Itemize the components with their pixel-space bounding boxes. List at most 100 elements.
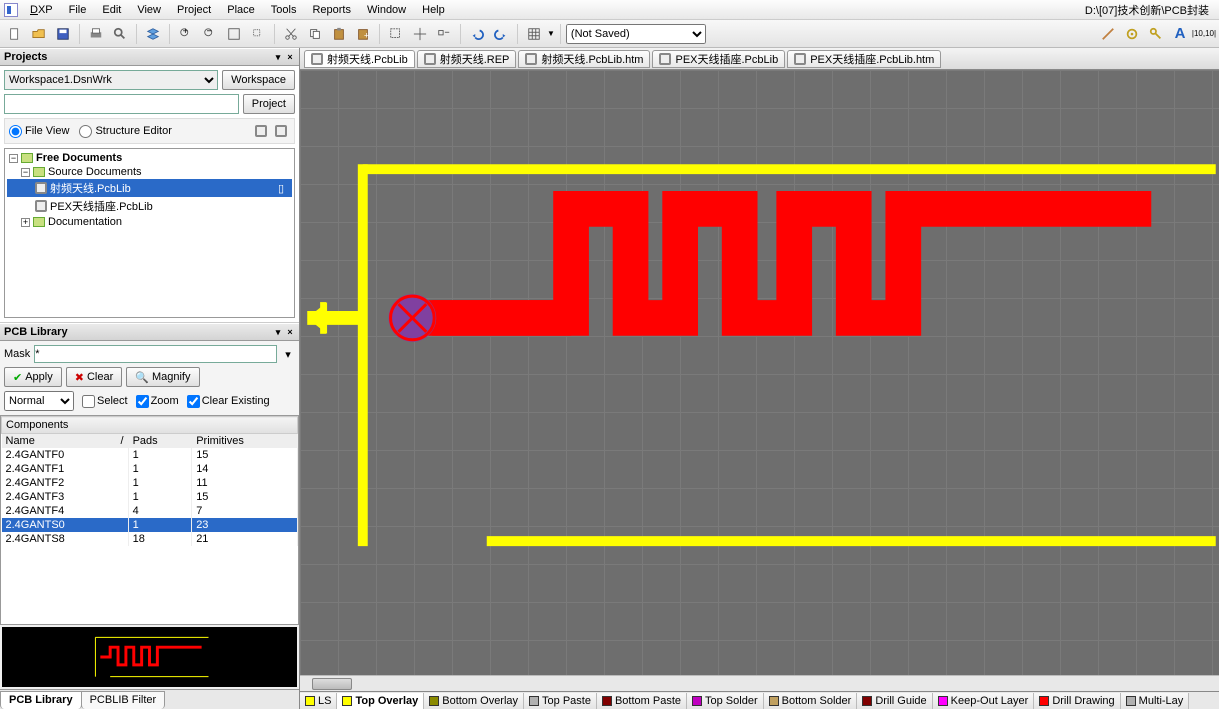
pin-icon[interactable]: ▾ — [273, 327, 283, 337]
redo-button[interactable] — [490, 23, 512, 45]
zoom-checkbox[interactable]: Zoom — [136, 395, 179, 408]
table-row[interactable]: 2.4GANTF1114 — [2, 462, 298, 476]
zoom-fit-button[interactable] — [223, 23, 245, 45]
new-button[interactable] — [4, 23, 26, 45]
layer-tab[interactable]: Top Overlay — [337, 693, 424, 709]
print-button[interactable] — [85, 23, 107, 45]
title-path: D:\[07]技术创新\PCB封装 — [1085, 2, 1215, 18]
structure-editor-radio[interactable]: Structure Editor — [79, 125, 171, 138]
menu-tools[interactable]: Tools — [263, 2, 305, 18]
menu-view[interactable]: View — [129, 2, 169, 18]
apply-button[interactable]: ✔Apply — [4, 367, 62, 387]
menu-file[interactable]: File — [61, 2, 95, 18]
document-tab[interactable]: 射频天线.PcbLib.htm — [518, 50, 650, 68]
tree-folder-documentation[interactable]: +Documentation — [7, 215, 292, 229]
project-button[interactable]: Project — [243, 94, 295, 114]
clear-existing-checkbox[interactable]: Clear Existing — [187, 395, 270, 408]
tab-pcblib-filter[interactable]: PCBLIB Filter — [81, 691, 166, 709]
zoom-in-button[interactable]: + — [175, 23, 197, 45]
menu-reports[interactable]: Reports — [304, 2, 359, 18]
projects-tree[interactable]: −Free Documents −Source Documents 射频天线.P… — [4, 148, 295, 318]
layers-button[interactable] — [142, 23, 164, 45]
document-tab[interactable]: 射频天线.REP — [417, 50, 517, 68]
grid-button[interactable] — [523, 23, 545, 45]
zoom-select-button[interactable] — [247, 23, 269, 45]
pin-icon[interactable]: ▾ — [273, 52, 283, 62]
layer-tabs: LSTop OverlayBottom OverlayTop PasteBott… — [300, 691, 1219, 709]
horizontal-scrollbar[interactable] — [300, 675, 1219, 691]
project-refresh-icon[interactable] — [272, 122, 290, 140]
measure-button[interactable] — [1097, 23, 1119, 45]
magnify-button[interactable]: 🔍Magnify — [126, 367, 199, 387]
collapse-icon[interactable]: − — [9, 154, 18, 163]
layer-tab[interactable]: Keep-Out Layer — [933, 693, 1035, 709]
layer-tab[interactable]: Drill Drawing — [1034, 693, 1120, 709]
toolbar-select[interactable]: (Not Saved) — [566, 24, 706, 44]
menu-place[interactable]: Place — [219, 2, 263, 18]
menu-dxp[interactable]: DXP — [22, 2, 61, 18]
collapse-icon[interactable]: − — [21, 168, 30, 177]
table-row[interactable]: 2.4GANTF3115 — [2, 490, 298, 504]
layer-tab[interactable]: Bottom Solder — [764, 693, 858, 709]
main-toolbar: + − + ▼ (Not Saved) A |10,10| — [0, 20, 1219, 48]
table-row[interactable]: 2.4GANTS81821 — [2, 532, 298, 546]
select-checkbox[interactable]: Select — [82, 395, 128, 408]
mask-label: Mask — [4, 348, 30, 360]
col-name[interactable]: Name / — [2, 434, 129, 449]
layer-tab[interactable]: Top Paste — [524, 693, 597, 709]
undo-button[interactable] — [466, 23, 488, 45]
project-options-icon[interactable] — [252, 122, 270, 140]
layer-tab[interactable]: Bottom Overlay — [424, 693, 524, 709]
menu-help[interactable]: Help — [414, 2, 453, 18]
table-row[interactable]: 2.4GANTF447 — [2, 504, 298, 518]
projects-header: Projects ▾× — [0, 48, 299, 66]
table-row[interactable]: 2.4GANTS0123 — [2, 518, 298, 532]
document-tab[interactable]: PEX天线插座.PcbLib — [652, 50, 785, 68]
close-icon[interactable]: × — [285, 327, 295, 337]
file-view-radio[interactable]: File View — [9, 125, 69, 138]
workspace-select[interactable]: Workspace1.DsnWrk — [4, 70, 218, 90]
menu-edit[interactable]: Edit — [94, 2, 129, 18]
document-tab[interactable]: 射频天线.PcbLib — [304, 50, 415, 68]
chevron-down-icon[interactable]: ▾ — [281, 348, 295, 361]
open-button[interactable] — [28, 23, 50, 45]
col-pads[interactable]: Pads — [128, 434, 192, 449]
workspace-button[interactable]: Workspace — [222, 70, 295, 90]
select-button[interactable] — [385, 23, 407, 45]
clear-button[interactable]: ✖Clear — [66, 367, 123, 387]
layer-tab[interactable]: Bottom Paste — [597, 693, 687, 709]
document-tab[interactable]: PEX天线插座.PcbLib.htm — [787, 50, 941, 68]
preview-button[interactable] — [109, 23, 131, 45]
tree-file-selected[interactable]: 射频天线.PcbLib▯ — [7, 179, 292, 197]
layer-tab[interactable]: Drill Guide — [857, 693, 932, 709]
tab-pcb-library[interactable]: PCB Library — [0, 691, 82, 709]
menu-window[interactable]: Window — [359, 2, 414, 18]
normal-select[interactable]: Normal — [4, 391, 74, 411]
zoom-out-button[interactable]: − — [199, 23, 221, 45]
pcb-canvas[interactable] — [300, 70, 1219, 675]
project-input[interactable] — [4, 94, 239, 114]
cut-button[interactable] — [280, 23, 302, 45]
components-grid[interactable]: Components Name / Pads Primitives 2.4GAN… — [0, 415, 299, 625]
copy-button[interactable] — [304, 23, 326, 45]
layer-tab[interactable]: Multi-Lay — [1121, 693, 1190, 709]
move-button[interactable] — [409, 23, 431, 45]
layer-tab[interactable]: LS — [300, 693, 337, 709]
paste-button[interactable] — [328, 23, 350, 45]
paste-special-button[interactable]: + — [352, 23, 374, 45]
gear-icon[interactable] — [1121, 23, 1143, 45]
save-button[interactable] — [52, 23, 74, 45]
tree-file[interactable]: PEX天线插座.PcbLib — [7, 197, 292, 215]
find-button[interactable] — [433, 23, 455, 45]
text-icon[interactable]: A — [1169, 23, 1191, 45]
expand-icon[interactable]: + — [21, 218, 30, 227]
dimension-icon[interactable]: |10,10| — [1193, 23, 1215, 45]
layer-tab[interactable]: Top Solder — [687, 693, 764, 709]
table-row[interactable]: 2.4GANTF2111 — [2, 476, 298, 490]
menu-project[interactable]: Project — [169, 2, 219, 18]
table-row[interactable]: 2.4GANTF0115 — [2, 448, 298, 462]
mask-input[interactable] — [34, 345, 277, 363]
close-icon[interactable]: × — [285, 52, 295, 62]
key-icon[interactable] — [1145, 23, 1167, 45]
col-primitives[interactable]: Primitives — [192, 434, 298, 449]
